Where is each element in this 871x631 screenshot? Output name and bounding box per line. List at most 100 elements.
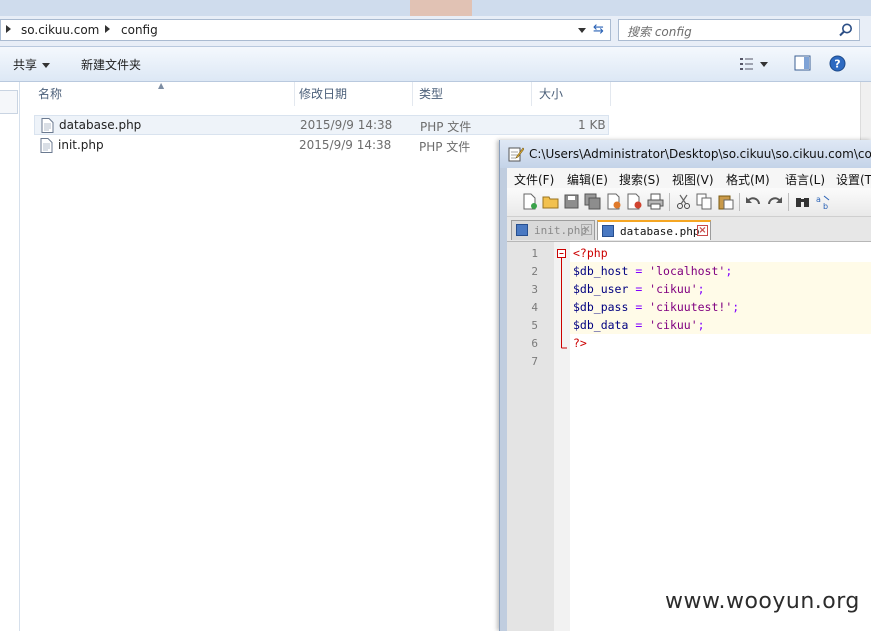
file-type: PHP 文件 xyxy=(420,120,472,134)
column-header-type[interactable]: 类型 xyxy=(413,82,532,106)
address-dropdown-icon[interactable] xyxy=(578,28,586,33)
navigation-item[interactable] xyxy=(0,90,18,114)
close-file-icon[interactable] xyxy=(605,193,622,210)
view-dropdown-icon[interactable] xyxy=(760,62,768,67)
code-editor[interactable]: 1 2 3 4 5 6 7 <?php $db_host = 'localhos… xyxy=(507,242,871,631)
file-row-database[interactable]: database.php 2015/9/9 14:38 PHP 文件 1 KB xyxy=(34,115,609,135)
code-semicolon: ; xyxy=(725,264,733,278)
line-number-gutter: 1 2 3 4 5 6 7 xyxy=(507,242,554,631)
menu-language[interactable]: 语言(L) xyxy=(785,171,825,188)
line-number: 1 xyxy=(531,247,538,260)
column-header-size-label: 大小 xyxy=(539,87,564,101)
paste-icon[interactable] xyxy=(717,193,734,210)
new-file-icon[interactable] xyxy=(521,193,538,210)
code-line-2: $db_host = 'localhost'; xyxy=(573,264,732,278)
redo-icon[interactable] xyxy=(766,193,783,210)
print-icon[interactable] xyxy=(647,193,664,210)
search-input[interactable]: 搜索 config xyxy=(627,23,692,40)
code-string: 'cikuu' xyxy=(649,318,698,332)
address-bar[interactable]: so.cikuu.com config ⇆ xyxy=(0,19,611,41)
undo-icon[interactable] xyxy=(745,193,762,210)
notepad-window[interactable]: C:\Users\Administrator\Desktop\so.cikuu\… xyxy=(499,140,871,631)
file-name: database.php xyxy=(59,118,142,132)
file-name: init.php xyxy=(58,138,104,152)
code-semicolon: ; xyxy=(697,318,705,332)
breadcrumb-item-config[interactable]: config xyxy=(121,23,158,37)
line-number: 7 xyxy=(531,355,538,368)
code-line-5: $db_data = 'cikuu'; xyxy=(573,318,705,332)
column-header-name[interactable]: 名称 ▲ xyxy=(28,81,295,106)
refresh-icon[interactable]: ⇆ xyxy=(590,22,607,38)
column-header-name-label: 名称 xyxy=(38,87,63,101)
close-tab-icon[interactable]: × xyxy=(697,225,708,236)
search-box[interactable]: 搜索 config xyxy=(618,19,860,41)
copy-icon[interactable] xyxy=(696,193,713,210)
column-header-size[interactable]: 大小 xyxy=(532,82,611,106)
file-type: PHP 文件 xyxy=(419,140,471,154)
php-open-tag: <?php xyxy=(573,246,608,260)
svg-text:a: a xyxy=(816,195,821,204)
breadcrumb-item-site[interactable]: so.cikuu.com xyxy=(21,23,99,37)
preview-pane-icon[interactable] xyxy=(794,55,811,71)
code-operator: = xyxy=(628,282,650,296)
breadcrumb-separator-icon[interactable] xyxy=(6,25,11,33)
code-area[interactable]: <?php $db_host = 'localhost'; $db_user =… xyxy=(570,242,871,631)
chevron-down-icon xyxy=(42,63,51,68)
php-file-icon xyxy=(41,118,54,133)
share-button[interactable]: 共享 xyxy=(13,56,51,73)
line-number: 5 xyxy=(531,319,538,332)
close-tab-icon[interactable]: × xyxy=(581,224,592,235)
new-folder-button[interactable]: 新建文件夹 xyxy=(81,56,141,73)
navigation-pane[interactable] xyxy=(0,82,20,631)
tab-label: init.php xyxy=(534,224,587,237)
saved-file-icon xyxy=(516,224,528,236)
line-number: 3 xyxy=(531,283,538,296)
code-string: 'cikuu' xyxy=(649,282,698,296)
column-header-modified-label: 修改日期 xyxy=(299,87,348,101)
close-all-icon[interactable] xyxy=(626,193,643,210)
help-icon[interactable]: ? xyxy=(829,55,846,72)
file-modified: 2015/9/9 14:38 xyxy=(299,138,392,152)
code-line-4: $db_pass = 'cikuutest!'; xyxy=(573,300,739,314)
breadcrumb-separator-icon[interactable] xyxy=(105,25,110,33)
notepad-client: 文件(F) 编辑(E) 搜索(S) 视图(V) 格式(M) 语言(L) 设置(T xyxy=(507,168,871,631)
menu-format[interactable]: 格式(M) xyxy=(726,171,770,188)
code-operator: = xyxy=(628,318,650,332)
tab-database[interactable]: database.php × xyxy=(597,220,711,240)
find-icon[interactable] xyxy=(794,193,811,210)
tab-label: database.php xyxy=(620,225,700,238)
menu-edit[interactable]: 编辑(E) xyxy=(567,171,608,188)
notepad-title-bar[interactable]: C:\Users\Administrator\Desktop\so.cikuu\… xyxy=(500,140,871,168)
line-number: 4 xyxy=(531,301,538,314)
view-options-icon[interactable] xyxy=(739,57,755,71)
toolbar-separator xyxy=(669,193,670,211)
open-file-icon[interactable] xyxy=(542,193,559,210)
share-label: 共享 xyxy=(13,58,38,72)
code-operator: = xyxy=(628,300,650,314)
code-variable: $db_user xyxy=(573,282,629,296)
menu-view[interactable]: 视图(V) xyxy=(672,171,714,188)
fold-collapse-icon[interactable] xyxy=(554,242,570,362)
save-all-icon[interactable] xyxy=(584,193,601,210)
column-header-modified[interactable]: 修改日期 xyxy=(295,82,413,106)
save-icon[interactable] xyxy=(563,193,580,210)
code-semicolon: ; xyxy=(732,300,740,314)
toolbar-separator xyxy=(739,193,740,211)
background-banner-fragment xyxy=(410,0,472,16)
menu-settings[interactable]: 设置(T xyxy=(836,171,871,188)
svg-text:?: ? xyxy=(834,58,840,71)
toolbar-separator xyxy=(788,193,789,211)
fold-margin xyxy=(554,242,570,631)
tab-init[interactable]: init.php × xyxy=(511,220,595,240)
notepad-app-icon xyxy=(508,147,524,162)
menu-file[interactable]: 文件(F) xyxy=(514,171,554,188)
cut-icon[interactable] xyxy=(675,193,692,210)
replace-icon[interactable]: ab xyxy=(815,193,832,210)
sort-ascending-icon: ▲ xyxy=(158,81,165,90)
menu-search[interactable]: 搜索(S) xyxy=(619,171,660,188)
saved-file-icon xyxy=(602,225,614,237)
column-header-type-label: 类型 xyxy=(419,87,444,101)
code-string: 'cikuutest!' xyxy=(649,300,733,314)
search-icon[interactable] xyxy=(838,22,854,38)
code-variable: $db_pass xyxy=(573,300,629,314)
